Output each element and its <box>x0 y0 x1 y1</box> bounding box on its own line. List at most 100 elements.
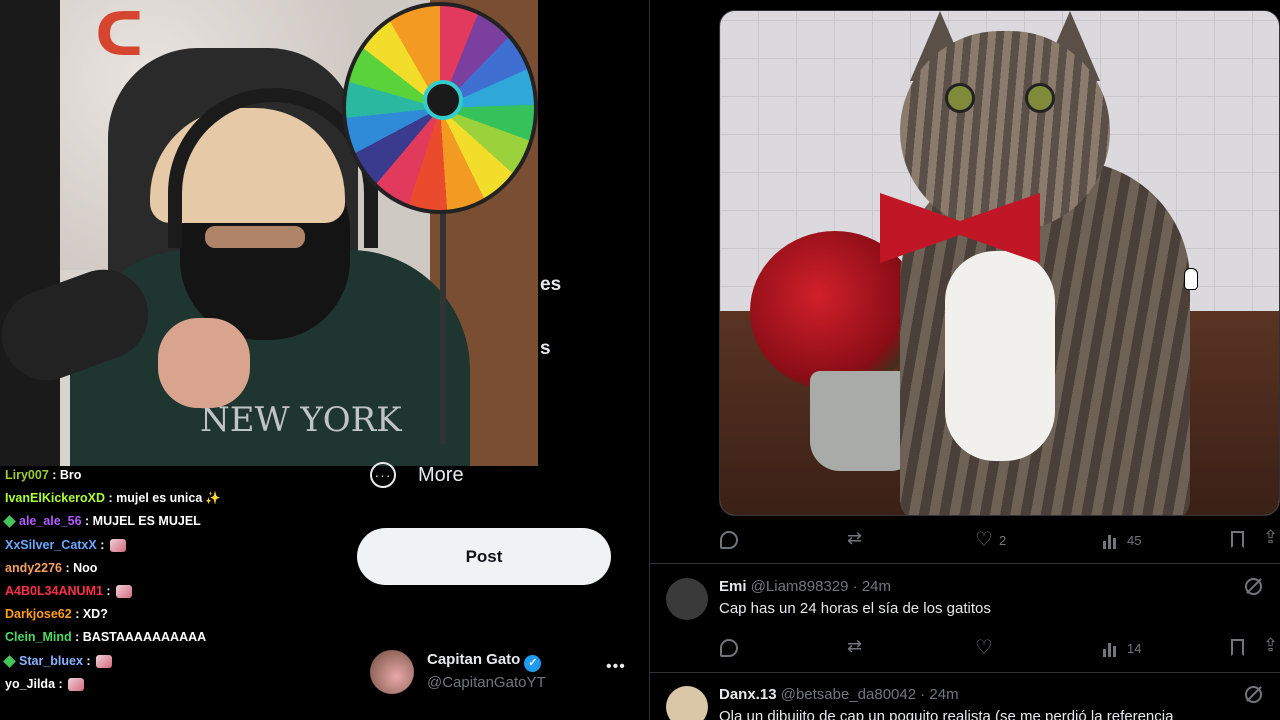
reply-button[interactable] <box>720 639 738 657</box>
account-handle: @CapitanGatoYT <box>427 674 546 691</box>
chat-message: IvanElKickeroXD : mujel es unica ✨ <box>5 491 221 506</box>
like-button[interactable]: 2 <box>975 527 1007 552</box>
heart-icon <box>975 527 993 552</box>
chat-separator: : <box>61 561 74 575</box>
sub-badge-icon <box>3 655 16 669</box>
views-icon <box>1103 531 1121 549</box>
account-name-text: Capitan Gato <box>427 651 521 668</box>
reply-tweet[interactable]: Danx.13 @betsabe_da80042 · 24m Ola un di… <box>666 686 1280 720</box>
reply-text: Ola un dibujito de cap un poquito realis… <box>719 708 1174 720</box>
chat-username[interactable]: Clein_Mind <box>5 630 72 644</box>
chat-message: Liry007 : Bro <box>5 468 81 482</box>
chat-separator: : <box>71 630 83 644</box>
chat-message: A4B0L34ANUM1 : <box>5 584 133 599</box>
chat-username[interactable]: Star_bluex <box>19 654 83 668</box>
sub-badge-icon <box>3 515 16 529</box>
reply-text: Cap has un 24 horas el sía de los gatito… <box>719 600 991 617</box>
chat-username[interactable]: andy2276 <box>5 561 62 575</box>
more-options-icon[interactable]: ••• <box>606 658 626 676</box>
chat-separator: : <box>102 584 115 598</box>
chat-text: Noo <box>73 561 98 575</box>
chat-text: Bro <box>59 468 82 482</box>
chat-username[interactable]: XxSilver_CatxX <box>5 538 97 552</box>
chat-separator: : <box>81 514 93 528</box>
chat-message: yo_Jilda : <box>5 677 85 692</box>
bookmark-button[interactable] <box>1231 639 1244 656</box>
tweet-media-image[interactable] <box>719 10 1280 516</box>
chat-separator: : <box>82 654 95 668</box>
chat-separator: : <box>96 538 108 552</box>
chat-message: XxSilver_CatxX : <box>5 538 126 553</box>
chat-username[interactable]: Darkjose62 <box>5 607 72 621</box>
emote-icon <box>96 655 113 669</box>
bookmark-button[interactable] <box>1231 531 1244 548</box>
views-button[interactable]: 14 <box>1103 639 1141 657</box>
nav-more[interactable]: ··· More <box>370 462 464 488</box>
chat-message: Darkjose62 : XD? <box>5 607 108 621</box>
view-count: 45 <box>1127 532 1142 548</box>
emote-icon <box>116 585 133 599</box>
reply-author-name[interactable]: Danx.13 <box>719 686 777 703</box>
chat-username[interactable]: IvanElKickeroXD <box>5 491 105 505</box>
chat-text: mujel es unica <box>116 491 203 505</box>
avatar <box>370 650 414 694</box>
reply-actions: 14 <box>719 635 1280 663</box>
reply-author-name[interactable]: Emi <box>719 578 747 595</box>
reply-time[interactable]: · 24m <box>853 578 891 595</box>
hand-cursor-icon <box>1184 268 1198 290</box>
chat-separator: : <box>71 607 83 621</box>
chat-separator: : <box>48 468 60 482</box>
divider <box>650 563 1280 564</box>
column-divider <box>649 0 650 720</box>
chat-text: BASTAAAAAAAAAA <box>82 630 207 644</box>
nav-item-label-partial[interactable]: es <box>540 274 561 296</box>
shirt-print: NEW YORK <box>200 400 402 440</box>
heart-icon <box>975 635 993 660</box>
divider <box>650 672 1280 673</box>
nav-item-label-partial[interactable]: s <box>540 338 551 360</box>
reply-icon <box>720 531 738 549</box>
wheel-hub-icon <box>423 80 463 120</box>
reply-button[interactable] <box>720 531 738 549</box>
chat-text: XD? <box>82 607 108 621</box>
post-button[interactable]: Post <box>357 528 611 585</box>
retweet-icon <box>847 528 865 549</box>
cat-eye <box>945 83 975 113</box>
verified-icon: ✓ <box>524 655 542 672</box>
reply-time[interactable]: · 24m <box>920 686 958 703</box>
grok-icon[interactable] <box>1245 578 1262 595</box>
chat-text: MUJEL ES MUJEL <box>92 514 201 528</box>
avatar <box>666 578 708 620</box>
view-count: 14 <box>1127 640 1142 656</box>
bookmark-icon <box>1231 531 1244 548</box>
chat-message: Clein_Mind : BASTAAAAAAAAAA <box>5 630 206 644</box>
retweet-button[interactable] <box>847 528 865 549</box>
account-switcher[interactable]: Capitan Gato ✓ @CapitanGatoYT ••• <box>370 648 630 698</box>
reply-header: Danx.13 @betsabe_da80042 · 24m <box>719 686 959 703</box>
chat-separator: : <box>105 491 117 505</box>
retweet-icon <box>847 636 865 657</box>
reply-author-handle[interactable]: @betsabe_da80042 <box>781 686 916 703</box>
chat-message: Star_bluex : <box>3 654 113 669</box>
reply-author-handle[interactable]: @Liam898329 <box>751 578 849 595</box>
share-button[interactable] <box>1263 527 1280 549</box>
like-count: 2 <box>999 532 1007 548</box>
chat-username[interactable]: yo_Jilda <box>5 677 55 691</box>
emote-icon <box>109 539 126 553</box>
avatar <box>666 686 708 720</box>
chat-message: ale_ale_56 : MUJEL ES MUJEL <box>3 514 201 529</box>
bookmark-icon <box>1231 639 1244 656</box>
retweet-button[interactable] <box>847 636 865 657</box>
tweet-actions: 2 45 <box>719 527 1280 555</box>
chat-message: andy2276 : Noo <box>5 561 97 575</box>
chat-username[interactable]: Liry007 <box>5 468 49 482</box>
share-button[interactable] <box>1263 635 1280 657</box>
chat-username[interactable]: A4B0L34ANUM1 <box>5 584 103 598</box>
views-button[interactable]: 45 <box>1103 531 1141 549</box>
streamer-hand <box>158 318 250 408</box>
cat-head <box>900 31 1110 231</box>
like-button[interactable] <box>975 635 993 660</box>
grok-icon[interactable] <box>1245 686 1262 703</box>
chat-username[interactable]: ale_ale_56 <box>19 514 82 528</box>
ellipsis-circle-icon: ··· <box>370 462 396 488</box>
